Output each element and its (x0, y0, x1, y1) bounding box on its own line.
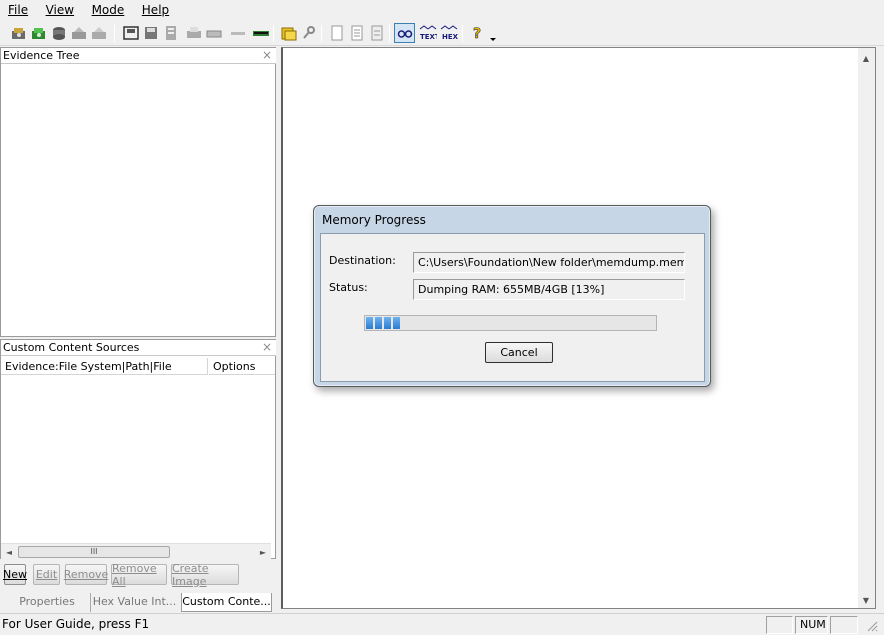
scrollbar-thumb[interactable]: III (18, 546, 170, 558)
dialog-title: Memory Progress (322, 213, 426, 227)
add-evidence-icon[interactable] (11, 25, 27, 41)
status-label: Status: (329, 281, 368, 294)
column-header-options[interactable]: Options (209, 358, 275, 375)
column-header-evidence[interactable]: Evidence:File System|Path|File (1, 358, 208, 375)
progress-chunk (366, 317, 373, 329)
remove-button[interactable]: Remove (64, 564, 108, 585)
image-icon[interactable] (71, 25, 87, 41)
progress-chunk (384, 317, 391, 329)
tab-custom-content[interactable]: Custom Conte... (181, 593, 272, 612)
vertical-scrollbar[interactable]: ▲ ▼ (858, 48, 875, 608)
export-icon[interactable] (163, 25, 179, 41)
evidence-tree-pane: Evidence Tree × (0, 47, 277, 337)
disk-icon[interactable] (206, 25, 222, 41)
svg-text:HEX: HEX (442, 33, 458, 41)
destination-field: C:\Users\Foundation\New folder\memdump.m… (413, 252, 685, 273)
help-icon[interactable]: ? (470, 25, 486, 41)
destination-label: Destination: (329, 254, 396, 267)
status-text: For User Guide, press F1 (2, 617, 150, 631)
progress-chunk (393, 317, 400, 329)
scroll-up-icon[interactable]: ▲ (858, 50, 874, 66)
text-view-icon[interactable]: TEXT (419, 25, 437, 41)
dropdown-arrow-icon[interactable] (488, 31, 498, 47)
tab-properties[interactable]: Properties (12, 593, 82, 612)
add-evidence-green-icon[interactable] (31, 25, 47, 41)
floppy-icon[interactable] (143, 25, 159, 41)
progress-bar (364, 315, 657, 331)
resize-grip-icon[interactable] (866, 620, 878, 632)
status-field: Dumping RAM: 655MB/4GB [13%] (413, 279, 685, 300)
page-lines-icon[interactable] (369, 25, 385, 41)
image-folder-icon[interactable] (91, 25, 107, 41)
progress-fill (366, 317, 400, 329)
status-cell-empty (766, 616, 793, 634)
scroll-right-icon[interactable]: ► (255, 544, 271, 560)
progress-chunk (375, 317, 382, 329)
page-text-icon[interactable] (349, 25, 365, 41)
new-button[interactable]: New (3, 564, 27, 585)
custom-content-sources-pane: Custom Content Sources × Evidence:File S… (0, 339, 277, 559)
menu-file[interactable]: File (0, 0, 35, 21)
save-icon[interactable] (123, 25, 139, 41)
remove-evidence-icon[interactable] (51, 25, 67, 41)
menu-help[interactable]: Help (135, 0, 176, 21)
num-lock-indicator: NUM (795, 616, 828, 634)
horizontal-scrollbar[interactable]: ◄ III ► (1, 543, 271, 559)
glasses-icon[interactable] (394, 23, 415, 43)
close-icon[interactable]: × (262, 48, 272, 62)
menu-view[interactable]: View (39, 0, 81, 21)
custom-content-sources-title: Custom Content Sources × (1, 340, 277, 356)
memory-icon[interactable] (230, 25, 246, 41)
svg-text:TEXT: TEXT (420, 33, 437, 41)
close-icon[interactable]: × (262, 340, 272, 354)
scroll-down-icon[interactable]: ▼ (858, 592, 874, 608)
key-icon[interactable] (301, 25, 317, 41)
folder-icon[interactable] (281, 25, 297, 41)
create-image-button[interactable]: Create Image (171, 562, 239, 588)
scroll-left-icon[interactable]: ◄ (1, 544, 17, 560)
menu-bar: File View Mode Help (0, 0, 884, 21)
custom-content-sources-title-text: Custom Content Sources (3, 341, 140, 354)
status-bar: For User Guide, press F1 NUM (0, 613, 884, 635)
evidence-tree-title: Evidence Tree × (1, 48, 277, 64)
status-cell-empty-2 (830, 616, 858, 634)
ram-icon[interactable] (253, 25, 269, 41)
memory-progress-dialog: Memory Progress Destination: C:\Users\Fo… (313, 205, 711, 387)
toolbar: TEXT HEX ? (0, 21, 884, 46)
menu-mode[interactable]: Mode (85, 0, 132, 21)
edit-button[interactable]: Edit (33, 564, 60, 585)
page-icon[interactable] (329, 25, 345, 41)
dialog-body: Destination: C:\Users\Foundation\New fol… (320, 233, 705, 382)
cancel-button[interactable]: Cancel (485, 342, 553, 363)
remove-all-button[interactable]: Remove All (111, 562, 167, 588)
svg-text:?: ? (473, 26, 481, 41)
evidence-tree-title-text: Evidence Tree (3, 49, 80, 62)
tab-hex-value-interpreter[interactable]: Hex Value Int... (90, 593, 178, 612)
hex-view-icon[interactable]: HEX (440, 25, 458, 41)
bottom-tab-strip: Properties Hex Value Int... Custom Conte… (0, 591, 277, 613)
print-icon[interactable] (186, 25, 202, 41)
